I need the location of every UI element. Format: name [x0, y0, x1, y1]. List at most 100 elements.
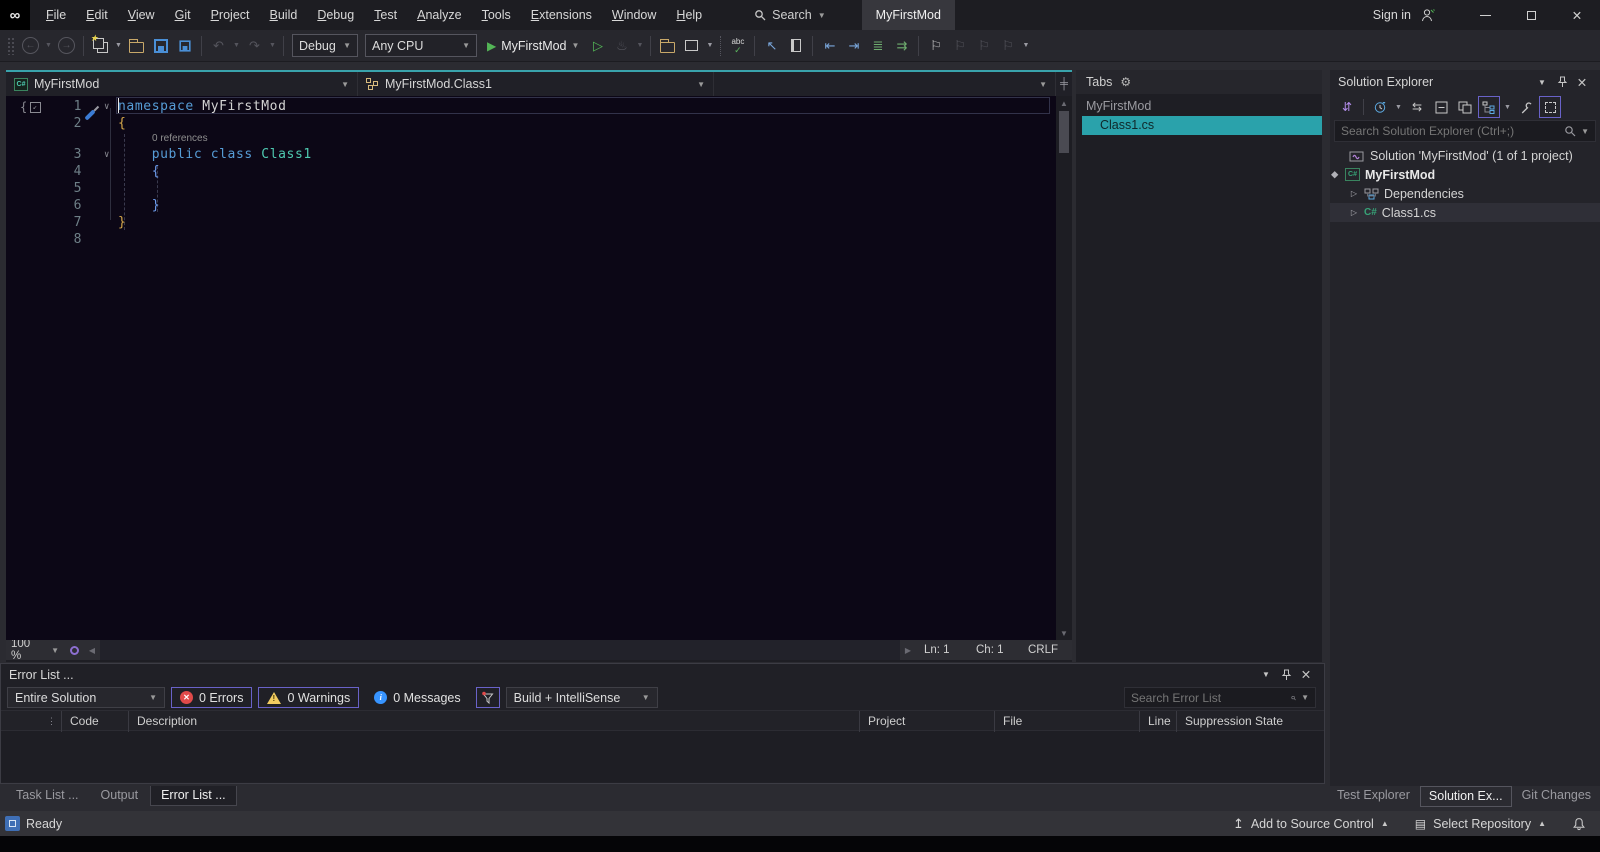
pin-icon[interactable]	[1276, 669, 1296, 681]
nav-project-dropdown[interactable]: C# MyFirstMod ▼	[6, 72, 358, 96]
find-in-files-button[interactable]	[656, 34, 679, 58]
tree-item-class1[interactable]: ▷ C# Class1.cs	[1330, 203, 1600, 222]
tab-solution-explorer[interactable]: Solution Ex...	[1420, 786, 1512, 807]
column-project[interactable]: Project	[859, 711, 905, 732]
spell-check-button[interactable]: abc✓	[726, 34, 749, 58]
tab-git-changes[interactable]: Git Changes	[1514, 786, 1599, 807]
drag-handle-icon[interactable]	[7, 37, 15, 55]
toggle-bookmark-button[interactable]: ⚐	[924, 34, 947, 58]
zoom-level-dropdown[interactable]: 100 %▼	[6, 640, 64, 660]
format-document-button[interactable]	[784, 34, 807, 58]
fold-chevron-icon[interactable]: ∨	[96, 150, 118, 160]
scroll-up-arrow[interactable]: ▲	[1060, 96, 1068, 110]
redo-button[interactable]: ↷	[243, 34, 266, 58]
preview-selected-items-button[interactable]	[1539, 96, 1561, 118]
open-file-button[interactable]	[125, 34, 148, 58]
filter-dropdown[interactable]: ▼	[1393, 95, 1404, 119]
properties-button[interactable]	[1515, 96, 1537, 118]
messages-filter-button[interactable]: i 0 Messages	[365, 687, 469, 708]
nav-type-dropdown[interactable]: MyFirstMod.Class1 ▼	[358, 72, 714, 96]
navigate-back-dropdown[interactable]: ▼	[43, 34, 54, 58]
comment-button[interactable]: ≣	[866, 34, 889, 58]
menu-git[interactable]: Git	[165, 0, 201, 30]
expander-collapsed-icon[interactable]: ▷	[1349, 189, 1359, 198]
next-bookmark-button[interactable]: ⚐	[972, 34, 995, 58]
solution-search-input[interactable]	[1341, 124, 1559, 138]
preview-window-dropdown[interactable]: ▼	[704, 34, 715, 58]
codelens-references[interactable]: 0 references	[152, 133, 208, 144]
show-all-files-dropdown[interactable]: ▼	[1502, 95, 1513, 119]
switch-views-button[interactable]: ⇵	[1336, 96, 1358, 118]
solution-search-box[interactable]: ▼	[1334, 120, 1596, 142]
column-line[interactable]: Line	[1139, 711, 1171, 732]
platform-dropdown[interactable]: Any CPU▼	[365, 34, 477, 57]
menu-view[interactable]: View	[118, 0, 165, 30]
add-to-source-control-button[interactable]: ↥ Add to Source Control ▲	[1233, 816, 1389, 832]
chevron-down-icon[interactable]: ▼	[1256, 670, 1276, 679]
warnings-filter-button[interactable]: 0 Warnings	[258, 687, 359, 708]
tab-error-list[interactable]: Error List ...	[150, 786, 237, 806]
background-tasks-icon[interactable]	[5, 816, 20, 831]
new-project-button[interactable]: ★	[89, 34, 112, 58]
column-suppression-state[interactable]: Suppression State	[1176, 711, 1283, 732]
line-indicator[interactable]: Ln: 1	[916, 644, 968, 656]
eol-indicator[interactable]: CRLF	[1020, 644, 1072, 656]
chevron-down-icon[interactable]: ▼	[1532, 78, 1552, 87]
document-health-icon[interactable]	[64, 646, 84, 655]
gear-icon[interactable]: ⚙	[1120, 75, 1131, 89]
profile-icon[interactable]	[1421, 8, 1436, 22]
error-list-body[interactable]	[1, 731, 1324, 782]
start-without-debugging-button[interactable]: ▷	[586, 34, 609, 58]
menu-test[interactable]: Test	[364, 0, 407, 30]
menu-project[interactable]: Project	[201, 0, 260, 30]
error-list-search-input[interactable]	[1131, 691, 1286, 705]
scroll-down-arrow[interactable]: ▼	[1060, 626, 1068, 640]
undo-dropdown[interactable]: ▼	[231, 34, 242, 58]
tab-test-explorer[interactable]: Test Explorer	[1329, 786, 1418, 807]
cursor-select-button[interactable]: ↖	[760, 34, 783, 58]
split-editor-button[interactable]: ╪	[1056, 72, 1072, 96]
menu-help[interactable]: Help	[666, 0, 712, 30]
undo-button[interactable]: ↶	[207, 34, 230, 58]
uncomment-button[interactable]: ⇉	[890, 34, 913, 58]
tree-item-project[interactable]: ◼ C# MyFirstMod	[1330, 165, 1600, 184]
hot-reload-button[interactable]: ♨	[610, 34, 633, 58]
column-file[interactable]: File	[994, 711, 1022, 732]
preview-window-button[interactable]	[680, 34, 703, 58]
collapse-all-button[interactable]	[1430, 96, 1452, 118]
column-indicator[interactable]: Ch: 1	[968, 644, 1020, 656]
tab-class1[interactable]: Class1.cs	[1082, 116, 1322, 135]
expander-collapsed-icon[interactable]: ▷	[1349, 208, 1359, 217]
filter-button[interactable]	[476, 687, 500, 708]
increase-indent-button[interactable]: ⇥	[842, 34, 865, 58]
column-code[interactable]: Code	[61, 711, 99, 732]
hot-reload-dropdown[interactable]: ▼	[634, 34, 645, 58]
show-all-files-button[interactable]	[1478, 96, 1500, 118]
start-debugging-button[interactable]: ▶ MyFirstMod ▼	[481, 34, 585, 58]
sync-with-active-document-button[interactable]: ⇆	[1406, 96, 1428, 118]
menu-window[interactable]: Window	[602, 0, 666, 30]
notifications-bell-icon[interactable]	[1572, 817, 1586, 831]
nav-member-dropdown[interactable]: ▼	[714, 72, 1056, 96]
editor-vertical-scrollbar[interactable]: ▲ ▼	[1056, 96, 1072, 640]
menu-analyze[interactable]: Analyze	[407, 0, 471, 30]
copy-view-button[interactable]	[1454, 96, 1476, 118]
editor-horizontal-scrollbar[interactable]	[100, 640, 900, 660]
scrollbar-thumb[interactable]	[1059, 111, 1069, 153]
search-control[interactable]: Search ▼	[746, 3, 834, 27]
clear-bookmarks-button[interactable]: ⚐	[996, 34, 1019, 58]
menu-edit[interactable]: Edit	[76, 0, 118, 30]
save-all-button[interactable]	[173, 34, 196, 58]
scope-dropdown[interactable]: Entire Solution▼	[7, 687, 165, 708]
decrease-indent-button[interactable]: ⇤	[818, 34, 841, 58]
code-editor[interactable]: {↙ 1 ∨ namespace MyFirstMod 2	[6, 96, 1056, 640]
new-project-dropdown[interactable]: ▼	[113, 34, 124, 58]
tree-item-solution[interactable]: Solution 'MyFirstMod' (1 of 1 project)	[1330, 146, 1600, 165]
save-button[interactable]	[149, 34, 172, 58]
hscroll-right-arrow[interactable]: ▶	[900, 646, 916, 655]
menu-file[interactable]: File	[36, 0, 76, 30]
errors-filter-button[interactable]: ✕ 0 Errors	[171, 687, 252, 708]
select-repository-button[interactable]: ▤ Select Repository ▲	[1415, 817, 1546, 831]
close-icon[interactable]: ✕	[1572, 75, 1592, 90]
menu-extensions[interactable]: Extensions	[521, 0, 602, 30]
